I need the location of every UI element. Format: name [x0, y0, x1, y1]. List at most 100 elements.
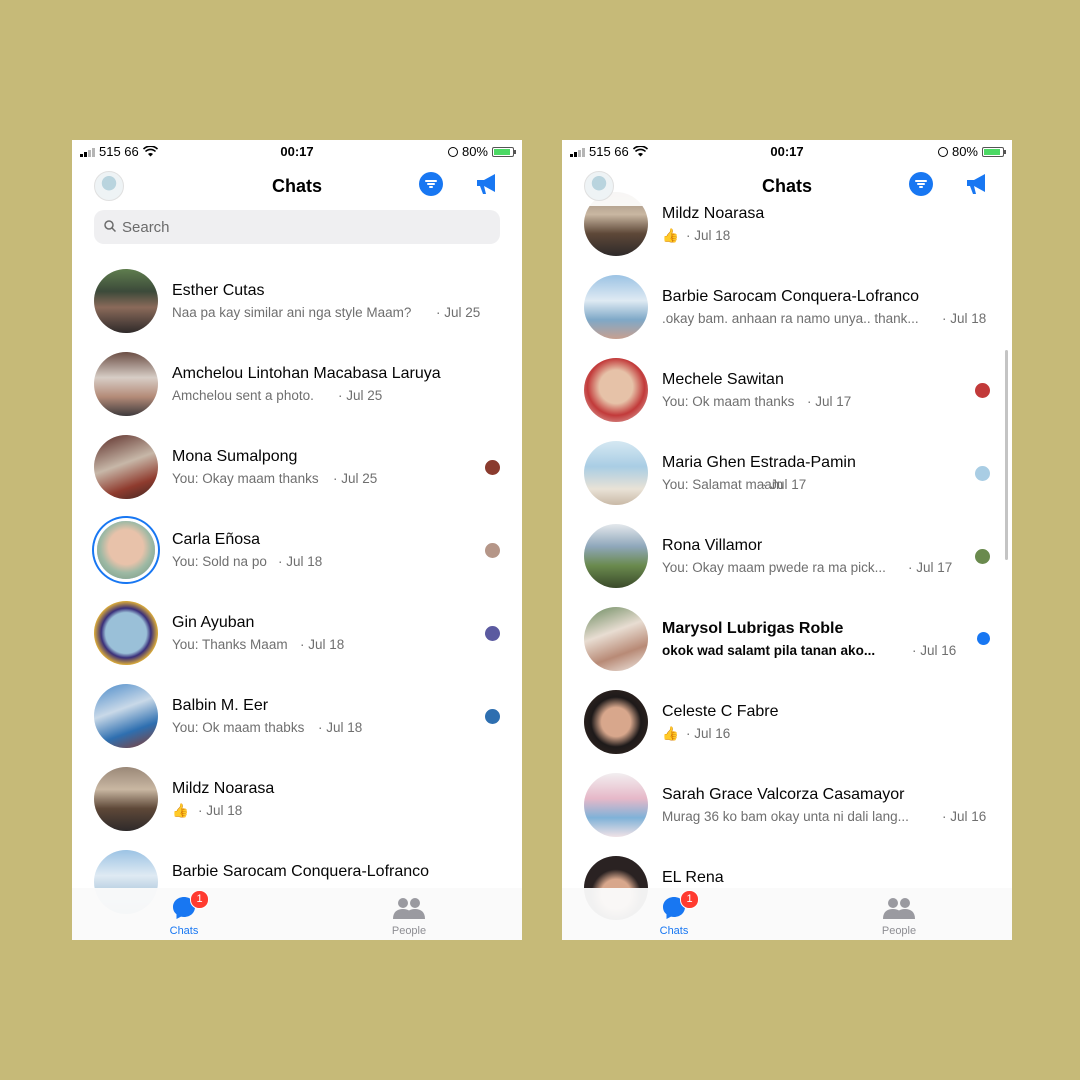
tab-label: Chats [659, 925, 689, 937]
seen-avatar [975, 466, 990, 481]
chat-name: Sarah Grace Valcorza Casamayor [662, 786, 905, 803]
seen-avatar [975, 383, 990, 398]
chat-row[interactable]: Barbie Sarocam Conquera-Lofranco .okay b… [562, 275, 1012, 358]
avatar [584, 690, 648, 754]
unread-badge: 1 [680, 890, 699, 909]
avatar [584, 773, 648, 837]
avatar [94, 352, 158, 416]
chat-name: EL Rena [662, 869, 724, 886]
tab-label: People [391, 925, 427, 937]
chat-name: Amchelou Lintohan Macabasa Laruya [172, 365, 441, 382]
chat-row[interactable]: Amchelou Lintohan Macabasa Laruya Amchel… [72, 352, 522, 435]
search-input[interactable] [122, 210, 482, 244]
chat-row[interactable]: Carla Eñosa You: Sold na po · Jul 18 [72, 518, 522, 601]
chat-row[interactable]: Maria Ghen Estrada-Pamin You: Salamat ma… [562, 441, 1012, 524]
chat-name: Maria Ghen Estrada-Pamin [662, 454, 856, 471]
chat-row[interactable]: Esther Cutas Naa pa kay similar ani nga … [72, 269, 522, 352]
phone-screen-right: Mildz Noarasa 👍 · Jul 18 Barbie Sarocam … [562, 140, 1012, 940]
chat-preview: Murag 36 ko bam okay unta ni dali lang..… [662, 809, 909, 824]
tab-chats[interactable]: 1 Chats [129, 888, 239, 940]
avatar [94, 684, 158, 748]
filter-icon[interactable] [419, 172, 443, 196]
tab-label: Chats [169, 925, 199, 937]
megaphone-icon[interactable] [474, 172, 500, 196]
chat-preview: You: Ok maam thabks [172, 720, 305, 735]
chat-preview: 👍 [172, 803, 189, 818]
chat-name: Mildz Noarasa [172, 780, 275, 797]
chat-name: Balbin M. Eer [172, 697, 269, 714]
search-bar[interactable] [94, 210, 500, 244]
chat-preview: You: Okay maam thanks [172, 471, 319, 486]
chat-row[interactable]: Mechele Sawitan You: Ok maam thanks · Ju… [562, 358, 1012, 441]
chat-date: · Jul 25 [333, 471, 378, 486]
chat-name: Gin Ayuban [172, 614, 255, 631]
chat-date: · Jul 25 [338, 388, 383, 403]
chat-row[interactable]: Sarah Grace Valcorza Casamayor Murag 36 … [562, 773, 1012, 856]
chat-row[interactable]: Mona Sumalpong You: Okay maam thanks · J… [72, 435, 522, 518]
unread-dot [977, 632, 990, 645]
chat-preview: Naa pa kay similar ani nga style Maam? [172, 305, 412, 320]
avatar [94, 435, 158, 499]
seen-avatar [485, 460, 500, 475]
avatar [97, 521, 155, 579]
orientation-lock-icon [447, 146, 458, 157]
avatar [584, 524, 648, 588]
tab-chats[interactable]: 1 Chats [619, 888, 729, 940]
avatar [584, 275, 648, 339]
page-title: Chats [761, 176, 812, 196]
chat-row[interactable]: Gin Ayuban You: Thanks Maam · Jul 18 [72, 601, 522, 684]
chat-row[interactable]: Marysol Lubrigas Roble okok wad salamt p… [562, 607, 1012, 690]
seen-avatar [485, 709, 500, 724]
unread-badge: 1 [190, 890, 209, 909]
megaphone-icon[interactable] [964, 172, 990, 196]
battery-icon [492, 146, 516, 157]
avatar [584, 358, 648, 422]
chat-name: Rona Villamor [662, 537, 763, 554]
chat-preview: You: Thanks Maam [172, 637, 288, 652]
header: Chats [72, 166, 522, 206]
chat-preview: .okay bam. anhaan ra namo unya.. thank..… [662, 311, 919, 326]
tab-bar: 1 Chats People [562, 888, 1012, 940]
people-icon [393, 898, 425, 919]
chat-name: Celeste C Fabre [662, 703, 779, 720]
chat-date: · Jul 18 [300, 637, 345, 652]
chat-preview: You: Sold na po [172, 554, 267, 569]
chat-name: Carla Eñosa [172, 531, 261, 548]
chat-date: · Jul 18 [198, 803, 243, 818]
chat-name: Mildz Noarasa [662, 205, 765, 222]
chat-date: · Jul 17 [807, 394, 852, 409]
tab-people[interactable]: People [354, 888, 464, 940]
chat-date: · Jul 18 [686, 228, 731, 243]
chat-row[interactable]: Mildz Noarasa 👍 · Jul 18 [72, 767, 522, 850]
chat-row[interactable]: Balbin M. Eer You: Ok maam thabks · Jul … [72, 684, 522, 767]
chat-date: · Jul 18 [942, 311, 987, 326]
battery-percent: 80% [461, 144, 488, 159]
chat-name: Mechele Sawitan [662, 371, 784, 388]
chat-preview: okok wad salamt pila tanan ako... [662, 643, 876, 658]
seen-avatar [485, 543, 500, 558]
chat-preview: Amchelou sent a photo. [172, 388, 314, 403]
chat-row[interactable]: Rona Villamor You: Okay maam pwede ra ma… [562, 524, 1012, 607]
chat-date: · Jul 17 [908, 560, 953, 575]
chat-name: Marysol Lubrigas Roble [662, 620, 844, 637]
chat-date: · Jul 16 [942, 809, 987, 824]
scrollbar[interactable] [1005, 350, 1008, 560]
tab-people[interactable]: People [844, 888, 954, 940]
chat-row[interactable]: Celeste C Fabre 👍 · Jul 16 [562, 690, 1012, 773]
filter-icon[interactable] [909, 172, 933, 196]
chat-name: Barbie Sarocam Conquera-Lofranco [172, 863, 430, 880]
tab-label: People [881, 925, 917, 937]
chat-preview: You: Okay maam pwede ra ma pick... [662, 560, 886, 575]
chat-date: · Jul 25 [436, 305, 481, 320]
seen-avatar [975, 549, 990, 564]
avatar [94, 767, 158, 831]
chat-date: · Jul 18 [318, 720, 363, 735]
avatar [94, 601, 158, 665]
chat-date: · Jul 16 [912, 643, 957, 658]
chat-name: Esther Cutas [172, 282, 265, 299]
header: Chats [562, 166, 1012, 206]
chat-date: · Jul 18 [278, 554, 323, 569]
tab-bar: 1 Chats People [72, 888, 522, 940]
chat-preview: 👍 [662, 228, 679, 243]
seen-avatar [485, 626, 500, 641]
